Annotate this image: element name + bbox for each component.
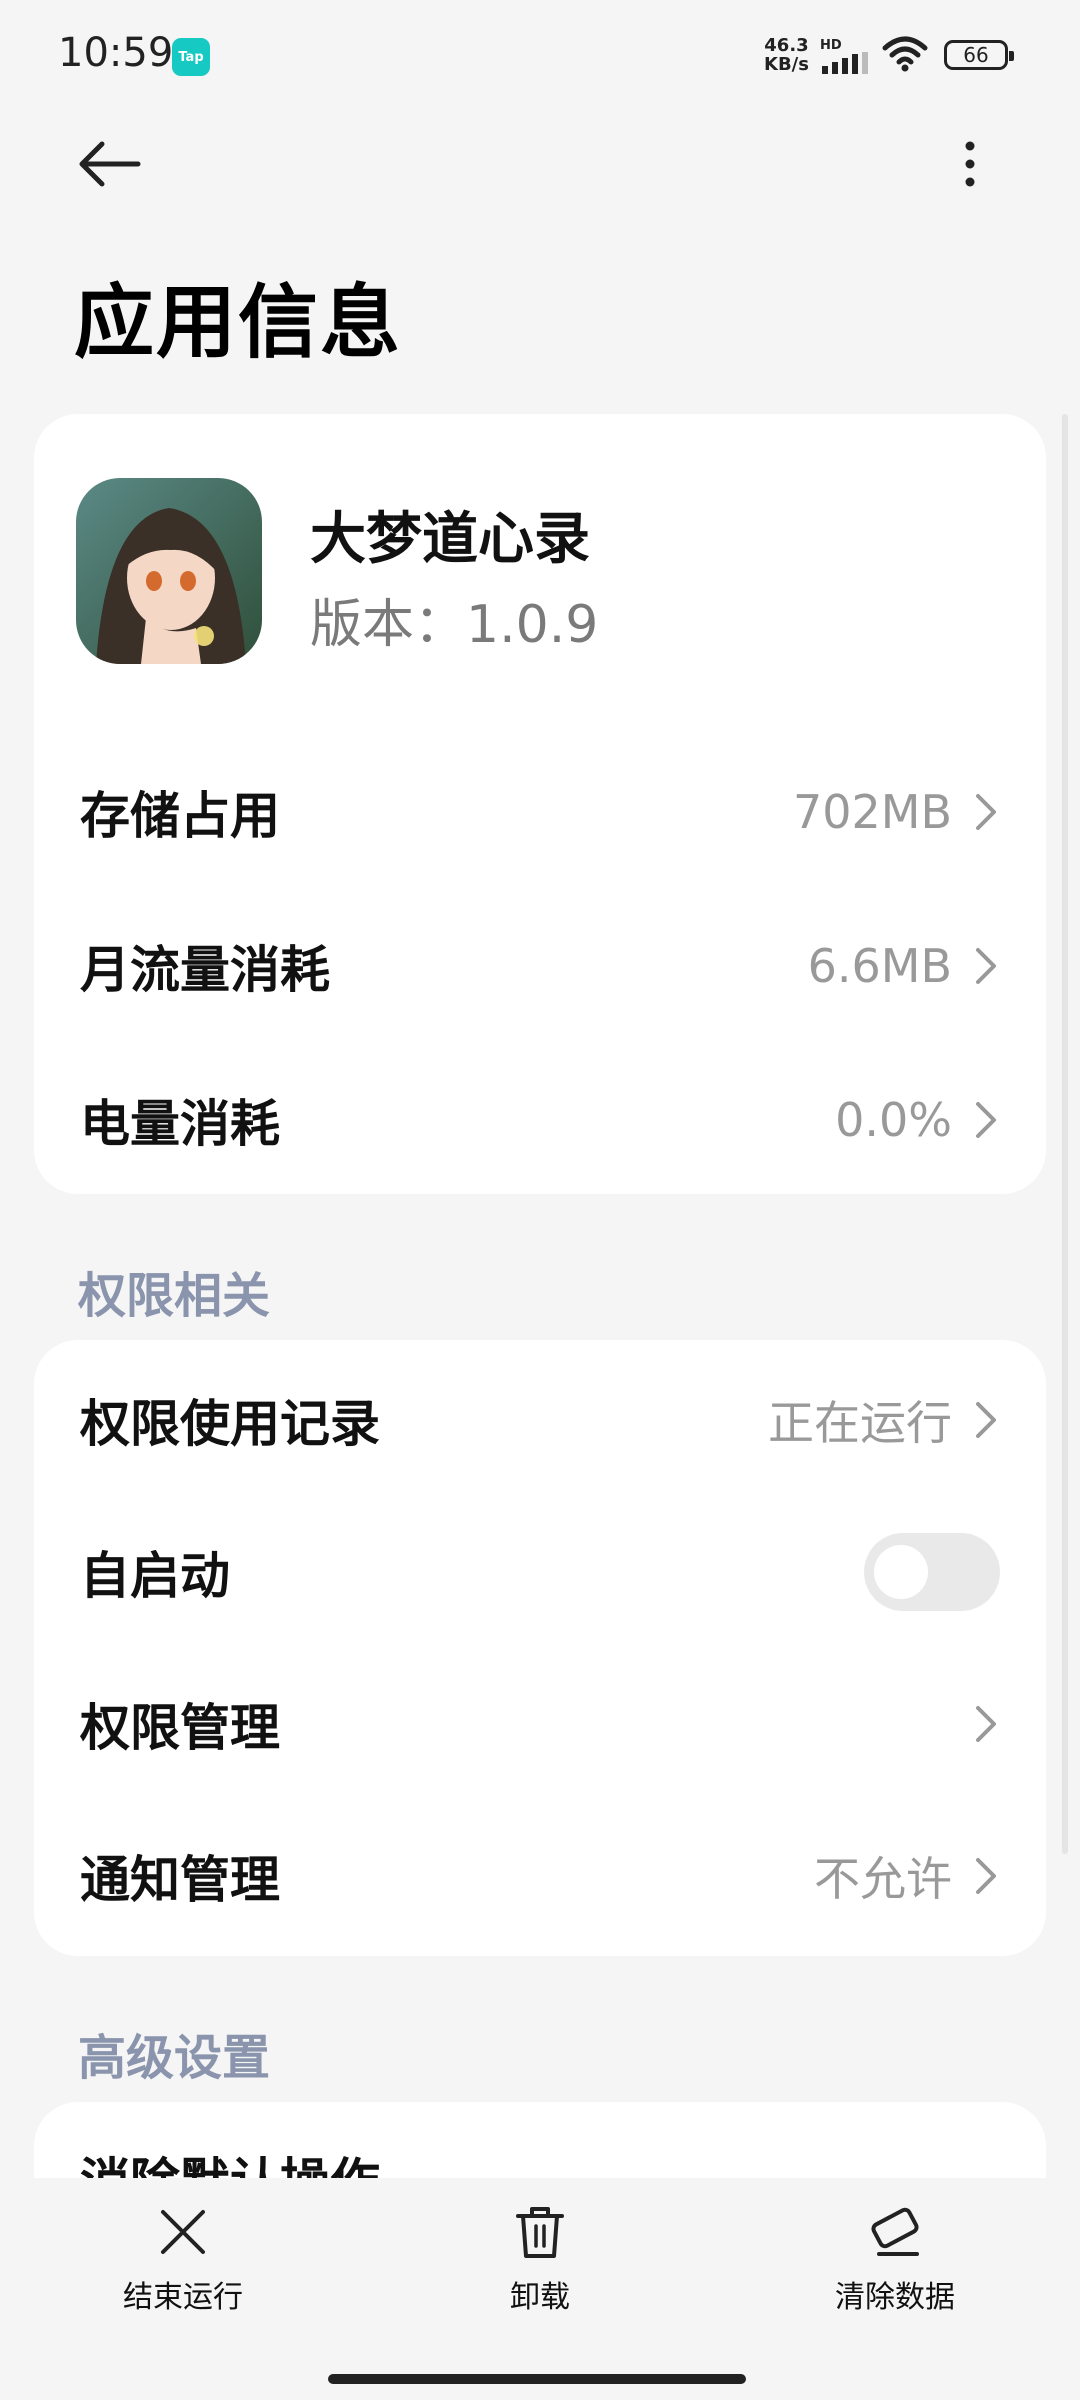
advanced-section-title: 高级设置 xyxy=(78,2030,271,2086)
row-label: 电量消耗 xyxy=(80,1095,280,1153)
toggle-knob xyxy=(874,1545,928,1599)
permissions-card: 权限使用记录 正在运行 自启动 权限管理 通知管理 不允许 xyxy=(34,1340,1046,1956)
autostart-row: 自启动 xyxy=(80,1496,1000,1648)
data-usage-row[interactable]: 月流量消耗 6.6MB xyxy=(80,890,1000,1042)
trash-icon xyxy=(516,2207,564,2258)
action-label: 结束运行 xyxy=(123,2280,243,2315)
permission-usage-value: 正在运行 xyxy=(768,1396,952,1450)
chevron-right-icon xyxy=(976,1858,996,1894)
page-title: 应用信息 xyxy=(74,276,402,369)
app-name: 大梦道心录 xyxy=(310,507,590,572)
storage-value: 702MB xyxy=(792,785,952,839)
battery-icon: 66 xyxy=(944,40,1014,70)
back-arrow-icon[interactable] xyxy=(74,134,144,194)
scrollbar[interactable] xyxy=(1062,414,1068,1854)
wifi-icon xyxy=(882,36,928,72)
action-label: 清除数据 xyxy=(835,2280,955,2315)
uninstall-button[interactable]: 卸载 xyxy=(430,2202,650,2316)
row-label: 权限管理 xyxy=(80,1699,280,1757)
chevron-right-icon xyxy=(976,1402,996,1438)
row-label: 通知管理 xyxy=(80,1851,280,1909)
row-label: 自启动 xyxy=(80,1547,230,1605)
app-icon xyxy=(76,478,262,664)
close-icon xyxy=(161,2210,205,2254)
home-indicator[interactable] xyxy=(328,2374,746,2384)
notification-value: 不允许 xyxy=(814,1852,952,1906)
action-label: 卸载 xyxy=(510,2280,570,2315)
force-stop-button[interactable]: 结束运行 xyxy=(73,2202,293,2316)
status-bar: 10:59 Tap 46.3 KB/s HD 66 xyxy=(0,0,1080,110)
chevron-right-icon xyxy=(976,1102,996,1138)
storage-row[interactable]: 存储占用 702MB xyxy=(80,736,1000,888)
status-time: 10:59 xyxy=(58,30,174,76)
notification-management-row[interactable]: 通知管理 不允许 xyxy=(80,1800,1000,1952)
autostart-toggle[interactable] xyxy=(864,1533,1000,1611)
permissions-section-title: 权限相关 xyxy=(78,1268,271,1324)
row-label: 月流量消耗 xyxy=(80,941,330,999)
row-label: 存储占用 xyxy=(80,787,280,845)
chevron-right-icon xyxy=(976,1706,996,1742)
eraser-icon xyxy=(871,2207,919,2256)
more-vertical-icon[interactable] xyxy=(950,134,990,194)
chevron-right-icon xyxy=(976,794,996,830)
chevron-right-icon xyxy=(976,948,996,984)
data-usage-value: 6.6MB xyxy=(807,939,952,993)
clear-data-button[interactable]: 清除数据 xyxy=(785,2202,1005,2316)
app-info-card: 大梦道心录 版本：1.0.9 存储占用 702MB 月流量消耗 6.6MB 电量… xyxy=(34,414,1046,1194)
bottom-action-bar: 结束运行 卸载 清除数据 xyxy=(0,2178,1080,2400)
network-type: HD xyxy=(820,38,842,53)
battery-usage-value: 0.0% xyxy=(835,1093,952,1147)
row-label: 权限使用记录 xyxy=(80,1395,380,1453)
permission-management-row[interactable]: 权限管理 xyxy=(80,1648,1000,1800)
tap-app-icon: Tap xyxy=(172,38,210,76)
app-version: 版本：1.0.9 xyxy=(310,595,599,655)
battery-usage-row[interactable]: 电量消耗 0.0% xyxy=(80,1044,1000,1196)
network-speed: 46.3 KB/s xyxy=(764,35,809,75)
permission-usage-row[interactable]: 权限使用记录 正在运行 xyxy=(80,1344,1000,1496)
signal-icon xyxy=(822,52,868,74)
